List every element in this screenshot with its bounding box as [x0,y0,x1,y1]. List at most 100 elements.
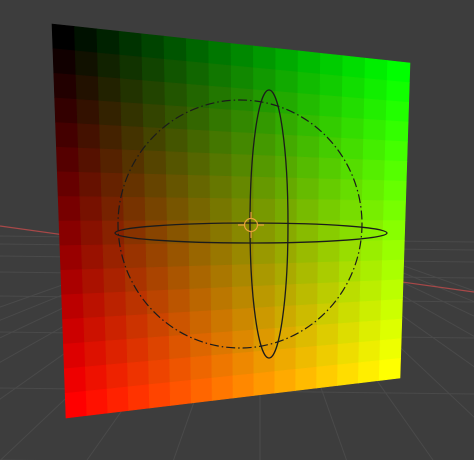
texture-cell [98,100,122,127]
texture-cell [359,280,383,303]
texture-cell [337,321,360,345]
texture-cell [210,286,233,311]
texture-cell [144,173,168,199]
texture-cell [297,71,321,96]
texture-cell [188,242,212,267]
texture-cell [385,100,410,123]
texture-cell [76,99,100,126]
texture-cell [362,159,386,181]
texture-cell [208,40,232,66]
texture-cell [210,264,233,289]
texture-cell [318,178,342,201]
texture-cell [74,50,99,78]
texture-cell [316,323,339,347]
texture-cell [211,375,234,401]
texture-cell [339,199,363,221]
texture-cell [232,373,255,399]
texture-cell [106,362,129,390]
texture-cell [143,126,167,152]
texture-cell [363,118,387,141]
texture-cell [148,382,171,409]
texture-cell [125,290,148,317]
texture-cell [253,371,276,396]
texture-cell [99,124,123,151]
texture-cell [209,153,233,177]
texture-cell [295,283,319,306]
texture-cell [384,140,408,162]
texture-cell [295,324,318,349]
texture-cell [297,92,321,117]
texture-cell [208,85,232,111]
texture-cell [120,102,144,128]
texture-cell [190,355,213,381]
texture-cell [209,175,233,199]
texture-cell [253,198,276,222]
texture-cell [361,179,385,201]
texture-cell [211,353,234,379]
texture-cell [380,279,404,301]
texture-cell [296,241,319,264]
texture-cell [274,347,297,372]
3d-viewport[interactable] [0,0,474,460]
texture-cell [190,377,213,404]
texture-cell [146,289,170,315]
texture-cell [364,78,388,101]
texture-cell [82,292,106,319]
texture-cell [295,345,318,370]
texture-cell [317,261,340,284]
texture-cell [96,28,121,56]
texture-cell [186,61,210,87]
texture-cell [231,109,254,134]
texture-cell [85,364,108,392]
texture-cell [383,200,406,221]
texture-cell [274,326,297,351]
texture-cell [64,390,88,419]
texture-cell [341,96,365,120]
texture-cell [361,199,385,221]
texture-cell [296,262,319,285]
texture-cell [166,197,190,222]
texture-cell [77,123,101,150]
texture-cell [378,357,401,381]
texture-cell [97,52,121,80]
texture-cell [144,197,168,222]
texture-cell [319,115,343,139]
texture-cell [58,220,82,246]
texture-cell [385,120,409,143]
texture-cell [274,241,298,265]
texture-cell [126,337,149,364]
texture-cell [209,130,232,155]
texture-cell [317,240,341,263]
texture-cell [232,351,255,377]
texture-cell [189,287,212,313]
texture-cell [358,320,382,343]
texture-cell [147,335,170,362]
texture-cell [84,340,107,368]
texture-cell [210,242,233,267]
texture-cell [210,220,233,244]
texture-cell [81,244,104,270]
texture-cell [141,33,165,60]
texture-cell [275,177,298,200]
textured-plane-object[interactable] [51,23,411,419]
texture-cell [167,243,190,268]
texture-cell [210,309,233,334]
texture-cell [230,43,254,69]
texture-cell [75,74,100,102]
texture-cell [52,48,77,76]
texture-cell [141,56,165,83]
texture-cell [142,103,166,129]
texture-cell [231,131,254,156]
texture-cell [319,73,343,98]
texture-cell [297,135,320,159]
texture-cell [211,331,234,356]
viewport-scene[interactable] [0,0,474,460]
texture-cell [59,244,83,271]
texture-cell [382,220,406,241]
texture-cell [297,114,321,138]
texture-cell [101,196,125,222]
texture-cell [165,128,189,153]
texture-cell [363,98,387,121]
texture-cell [57,196,81,222]
texture-cell [104,291,127,318]
